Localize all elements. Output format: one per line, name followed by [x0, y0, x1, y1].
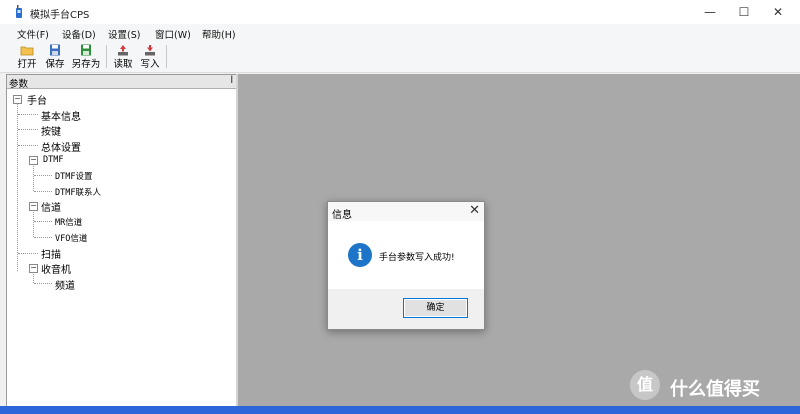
write-button[interactable]: 写入: [139, 43, 161, 71]
tree-line: [33, 161, 34, 191]
title-bar: 模拟手台CPS — ☐ ✕: [0, 0, 800, 24]
tree-line: [18, 129, 38, 130]
expand-toggle[interactable]: −: [29, 202, 38, 211]
read-button[interactable]: 读取: [112, 43, 134, 71]
expand-toggle[interactable]: −: [13, 95, 22, 104]
tree-line: [18, 145, 38, 146]
info-icon: i: [348, 243, 372, 267]
menu-file[interactable]: 文件(F): [17, 27, 49, 41]
open-label: 打开: [17, 59, 37, 70]
pin-icon[interactable]: ꟾ: [231, 76, 233, 85]
expand-toggle[interactable]: −: [29, 264, 38, 273]
tree-line: [17, 99, 18, 271]
tree-line: [34, 175, 52, 176]
read-label: 读取: [113, 59, 133, 70]
dialog-title-bar: 信息 ✕: [328, 202, 484, 221]
write-label: 写入: [140, 59, 160, 70]
mdi-workspace: [238, 74, 800, 406]
tree-item-channels[interactable]: 信道: [41, 199, 61, 214]
info-dialog: 信息 ✕ i 手台参数写入成功! 确定: [327, 201, 485, 330]
toolbar-separator: [166, 45, 167, 68]
tree-line: [34, 191, 52, 192]
app-window: 模拟手台CPS — ☐ ✕ 文件(F) 设备(D) 设置(S) 窗口(W) 帮助…: [0, 0, 800, 408]
desktop-strip: [0, 406, 800, 414]
tree-item-mr-channels[interactable]: MR信道: [55, 216, 82, 228]
tree-item-scan[interactable]: 扫描: [41, 246, 61, 261]
open-button[interactable]: 打开: [15, 43, 39, 71]
dialog-title: 信息: [332, 210, 352, 221]
close-window-button[interactable]: ✕: [761, 0, 795, 24]
panel-title: 参数: [9, 79, 29, 90]
tree-item-radio[interactable]: 收音机: [41, 261, 71, 276]
save-button[interactable]: 保存: [43, 43, 67, 71]
dialog-close-icon[interactable]: ✕: [469, 203, 480, 218]
tree-item-radio-channel[interactable]: 频道: [55, 277, 75, 292]
tree-item-general[interactable]: 总体设置: [41, 139, 81, 154]
maximize-button[interactable]: ☐: [727, 0, 761, 24]
dialog-message: 手台参数写入成功!: [379, 253, 455, 263]
tree-line: [34, 221, 52, 222]
save-label: 保存: [45, 59, 65, 70]
minimize-button[interactable]: —: [693, 0, 727, 24]
panel-header: 参数 ꟾ: [7, 75, 236, 90]
tree-line: [18, 114, 38, 115]
save-as-icon: [81, 44, 91, 56]
floppy-icon: [50, 44, 60, 56]
tree-item-dtmf[interactable]: DTMF: [43, 155, 63, 165]
watermark-logo: 值: [630, 370, 660, 400]
menu-device[interactable]: 设备(D): [62, 27, 96, 41]
folder-icon: [20, 46, 34, 56]
watermark-text: 什么值得买: [670, 379, 760, 400]
tree-line: [33, 207, 34, 237]
toolbar-separator: [106, 45, 107, 68]
parameter-tree: − 手台 基本信息 按键 总体设置 − DTMF DTMF设置 DTMF联系人 …: [7, 89, 236, 407]
dialog-body: i 手台参数写入成功!: [328, 221, 484, 289]
tree-item-vfo-channels[interactable]: VFO信道: [55, 232, 87, 244]
window-title: 模拟手台CPS: [30, 10, 90, 21]
watermark: 值 什么值得买: [630, 370, 800, 402]
dialog-footer: 确定: [328, 289, 484, 329]
save-as-label: 另存为: [71, 59, 101, 70]
tree-item-dtmf-settings[interactable]: DTMF设置: [55, 170, 92, 182]
tree-line: [18, 253, 38, 254]
menu-bar: 文件(F) 设备(D) 设置(S) 窗口(W) 帮助(H): [0, 24, 800, 41]
ok-button[interactable]: 确定: [403, 298, 468, 318]
parameter-panel: 参数 ꟾ − 手台 基本信息 按键 总体设置 − DTMF DTMF设置 DTM…: [6, 74, 237, 408]
tree-line: [34, 237, 52, 238]
expand-toggle[interactable]: −: [29, 156, 38, 165]
read-device-icon: [118, 45, 128, 56]
write-device-icon: [145, 45, 155, 56]
tree-item-basic-info[interactable]: 基本信息: [41, 108, 81, 123]
tree-item-dtmf-contacts[interactable]: DTMF联系人: [55, 186, 101, 198]
toolbar: 打开 保存 另存为 读取 写入: [0, 41, 800, 73]
save-as-button[interactable]: 另存为: [70, 43, 102, 71]
menu-window[interactable]: 窗口(W): [155, 27, 191, 41]
app-icon: [16, 5, 22, 18]
tree-item-root[interactable]: 手台: [27, 92, 47, 107]
menu-settings[interactable]: 设置(S): [108, 27, 140, 41]
tree-item-keys[interactable]: 按键: [41, 123, 61, 138]
tree-line: [34, 283, 52, 284]
menu-help[interactable]: 帮助(H): [202, 27, 236, 41]
